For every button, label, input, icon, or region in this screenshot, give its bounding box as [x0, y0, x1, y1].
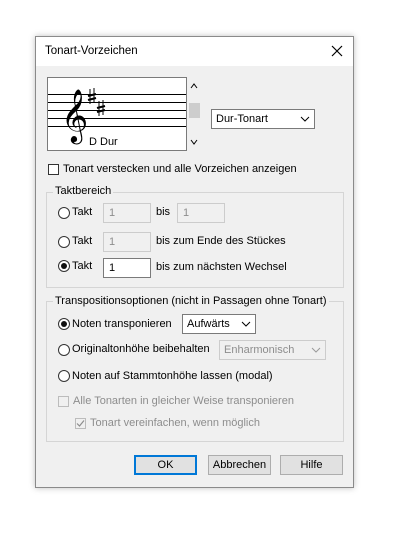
key-scrollbar[interactable] [187, 77, 201, 151]
title-bar: Tonart-Vorzeichen [36, 37, 353, 66]
enharmonic-select-value: Enharmonisch [224, 344, 295, 356]
radio-selected-dot [61, 321, 67, 327]
measure-range-radio[interactable] [58, 207, 70, 219]
transpose-notes-radio[interactable] [58, 318, 70, 330]
scroll-down-arrow-icon [190, 139, 198, 145]
mode-select[interactable]: Dur-Tonart [211, 109, 315, 129]
transpose-notes-label: Noten transponieren [72, 318, 172, 330]
direction-select[interactable]: Aufwärts [182, 314, 256, 334]
transposition-legend: Transpositionsoptionen (nicht in Passage… [53, 295, 329, 307]
key-name-label: D Dur [89, 136, 118, 148]
sharp-icon [87, 88, 97, 104]
chevron-down-icon [300, 116, 310, 122]
to-end-from-input[interactable]: 1 [103, 232, 151, 252]
to-end-label: bis zum Ende des Stückes [156, 235, 286, 247]
all-keys-checkbox[interactable] [58, 396, 69, 407]
scroll-up-arrow-icon [190, 83, 198, 89]
to-end-radio[interactable] [58, 236, 70, 248]
chevron-down-icon [311, 347, 321, 353]
mode-select-value: Dur-Tonart [216, 113, 268, 125]
close-button[interactable] [327, 41, 347, 61]
measure-range-legend: Taktbereich [53, 185, 114, 197]
close-icon [331, 45, 343, 57]
to-next-change-radio[interactable] [58, 260, 70, 272]
svg-text:𝄞: 𝄞 [61, 88, 88, 144]
key-preview: 𝄞 D Dur [47, 77, 187, 151]
to-next-change-label: bis zum nächsten Wechsel [156, 261, 287, 273]
all-keys-label: Alle Tonarten in gleicher Weise transpon… [73, 395, 294, 407]
to-next-change-from-input[interactable]: 1 [103, 258, 151, 278]
dialog-title: Tonart-Vorzeichen [45, 45, 138, 57]
measure-label: Takt [72, 260, 93, 272]
direction-select-value: Aufwärts [187, 318, 230, 330]
simplify-checkbox[interactable] [75, 418, 86, 429]
checkmark-icon [76, 420, 85, 427]
modal-label: Noten auf Stammtonhöhe lassen (modal) [72, 370, 273, 382]
measure-label: Takt [72, 235, 93, 247]
keep-pitch-radio[interactable] [58, 344, 70, 356]
measure-from-input[interactable]: 1 [103, 203, 151, 223]
measure-label: Takt [72, 206, 93, 218]
cancel-button[interactable]: Abbrechen [208, 455, 271, 475]
treble-clef-icon: 𝄞 [61, 88, 88, 144]
modal-radio[interactable] [58, 370, 70, 382]
key-signature-dialog: Tonart-Vorzeichen 𝄞 D Dur Dur-Tonart Ton… [35, 36, 354, 488]
enharmonic-select[interactable]: Enharmonisch [219, 340, 326, 360]
bis-label: bis [156, 206, 171, 218]
measure-to-input[interactable]: 1 [177, 203, 225, 223]
radio-selected-dot [61, 263, 67, 269]
scroll-thumb [189, 103, 200, 118]
chevron-down-icon [241, 321, 251, 327]
simplify-label: Tonart vereinfachen, wenn möglich [90, 417, 260, 429]
help-button[interactable]: Hilfe [280, 455, 343, 475]
ok-button[interactable]: OK [134, 455, 197, 475]
hide-key-label: Tonart verstecken und alle Vorzeichen an… [63, 163, 297, 175]
hide-key-checkbox[interactable] [48, 164, 59, 175]
keep-pitch-label: Originaltonhöhe beibehalten [72, 343, 210, 355]
